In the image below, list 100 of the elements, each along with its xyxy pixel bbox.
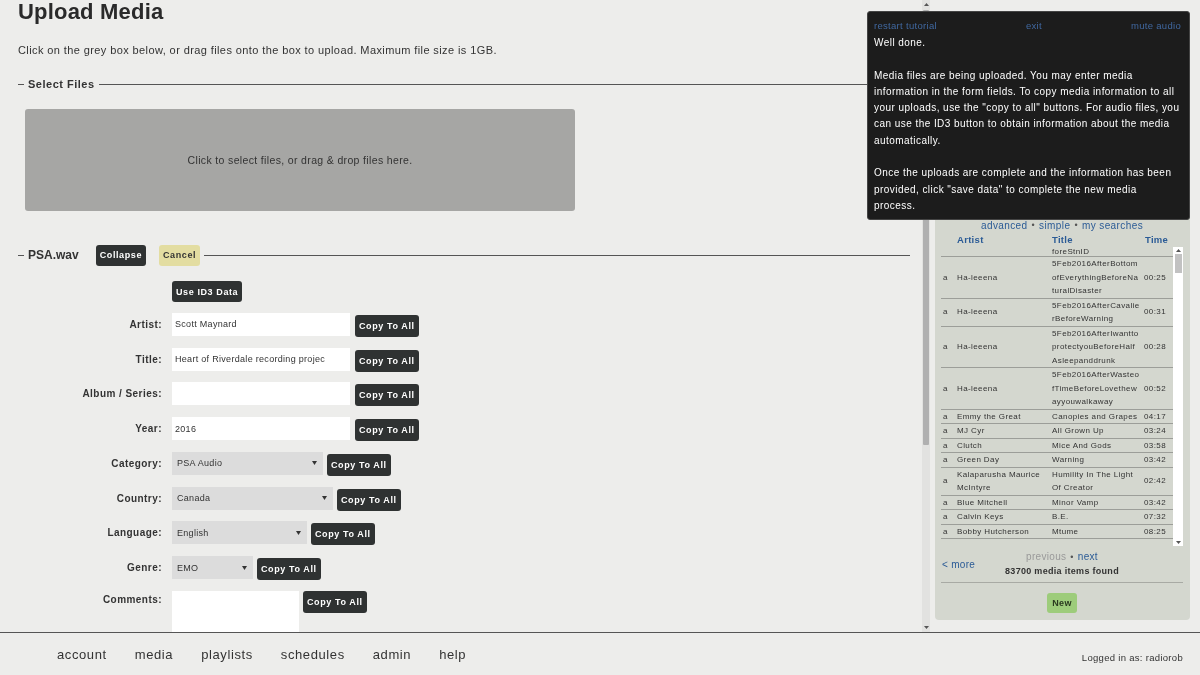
- nav-link[interactable]: admin: [372, 646, 412, 662]
- bullet-separator: •: [1074, 220, 1078, 231]
- time-cell-text: 02:42: [1143, 475, 1168, 488]
- time-cell-text: 03:24: [1143, 425, 1168, 437]
- tutorial-text: Once the uploads are complete and the information has been provided, click "save data" to complete the new media process.: [874, 166, 1173, 213]
- instructions-text: Click on the grey box below, or drag files onto the box to upload. Maximum file size is 1GB.: [18, 43, 497, 57]
- caret-icon: [242, 565, 247, 570]
- copy-to-all-button[interactable]: Copy To All: [311, 523, 375, 546]
- type-cell-text: a: [942, 271, 949, 284]
- copy-to-all-button[interactable]: Copy To All: [355, 314, 419, 337]
- title-cell-text: B.E.: [1051, 511, 1070, 523]
- artist-cell-text: MJ Cyr: [956, 425, 986, 437]
- field-label: Category:: [110, 456, 162, 471]
- pager-link[interactable]: next: [1077, 551, 1098, 563]
- type-cell-text: a: [942, 382, 949, 395]
- time-cell-text: 04:17: [1143, 410, 1168, 423]
- type-cell-text: a: [942, 425, 949, 437]
- type-cell-text: a: [942, 454, 949, 466]
- time-cell-text: 00:25: [1143, 271, 1168, 284]
- more-link[interactable]: < more: [941, 558, 976, 570]
- nav-link[interactable]: media: [134, 646, 174, 662]
- file-name: PSA.wav: [28, 248, 79, 262]
- text-field[interactable]: Scott Maynard: [172, 312, 350, 336]
- time-cell-text: 08:25: [1143, 525, 1168, 538]
- caret-icon: [312, 461, 317, 466]
- copy-to-all-button[interactable]: Copy To All: [327, 453, 391, 476]
- copy-to-all-button[interactable]: Copy To All: [337, 488, 401, 511]
- scroll-up-arrow-icon[interactable]: [923, 3, 929, 6]
- scroll-up-arrow-icon[interactable]: [1175, 249, 1181, 252]
- copy-to-all-button[interactable]: Copy To All: [355, 419, 419, 441]
- dropdown-field[interactable]: EMO: [172, 556, 253, 579]
- time-cell-text: 03:42: [1143, 454, 1168, 466]
- time-cell-text: 03:42: [1143, 496, 1168, 509]
- column-header[interactable]: Title: [1050, 234, 1140, 246]
- caret-icon: [322, 496, 327, 500]
- scrollbar-thumb[interactable]: [1174, 254, 1182, 273]
- column-header[interactable]: Artist: [955, 234, 1050, 246]
- search-mode-link[interactable]: my searches: [1081, 220, 1144, 231]
- copy-to-all-button[interactable]: Copy To All: [257, 558, 321, 580]
- title-cell-text: All Grown Up: [1051, 425, 1105, 437]
- nav-link[interactable]: account: [57, 646, 107, 662]
- field-label: Year:: [134, 422, 162, 436]
- tutorial-text: Well done.: [874, 36, 927, 50]
- artist-cell-text: Ha-leeena: [956, 271, 999, 284]
- field-label: Language:: [106, 526, 162, 541]
- tutorial-text: Media files are being uploaded. You may enter media information in the form fields. To copy media information to all your uploads, use the "copy to all" buttons. For audio files, you can use the ID3 button to obtain information about the media automatically.: [874, 68, 1181, 148]
- copy-to-all-button[interactable]: Copy To All: [355, 349, 419, 372]
- column-header[interactable]: Time: [1140, 234, 1183, 246]
- page-title: Upload Media: [18, 0, 164, 24]
- dropdown-field[interactable]: Canada: [172, 486, 333, 510]
- type-cell-text: a: [942, 306, 949, 319]
- text-field[interactable]: 2016: [172, 417, 350, 440]
- comments-field[interactable]: [172, 590, 299, 632]
- logged-in-text: Logged in as: radiorob: [1081, 650, 1183, 663]
- field-label: Comments:: [101, 592, 162, 607]
- file-action-button[interactable]: Cancel: [159, 244, 201, 266]
- time-cell-text: 07:32: [1143, 511, 1168, 523]
- search-mode-link[interactable]: simple: [1039, 220, 1071, 231]
- result-count-text: 83700 media items found: [1005, 565, 1119, 577]
- copy-to-all-button[interactable]: Copy To All: [355, 384, 419, 407]
- file-action-button[interactable]: Collapse: [95, 244, 146, 266]
- scroll-down-arrow-icon[interactable]: [1175, 541, 1181, 544]
- time-cell-text: 00:28: [1143, 341, 1168, 353]
- copy-to-all-button[interactable]: Copy To All: [303, 590, 367, 613]
- type-cell-text: a: [942, 496, 949, 509]
- field-label: Genre:: [126, 561, 162, 575]
- artist-cell-text: Green Day: [956, 454, 1001, 466]
- title-cell-text: 5Feb2016AfterIwanttoprotectyouBeforeHalfAsleepanddrunk: [1051, 327, 1140, 367]
- type-cell-text: a: [942, 439, 949, 452]
- artist-cell-text: Kalaparusha Maurice McIntyre: [956, 468, 1042, 494]
- scroll-down-arrow-icon[interactable]: [923, 626, 929, 629]
- time-cell-text: 00:31: [1143, 306, 1168, 319]
- title-cell-text: Mtume: [1051, 525, 1080, 538]
- artist-cell-text: Emmy the Great: [956, 410, 1022, 423]
- text-field[interactable]: Heart of Riverdale recording projec: [172, 347, 350, 371]
- title-cell-text: Minor Vamp: [1051, 496, 1100, 509]
- field-label: Album / Series:: [81, 387, 162, 402]
- caret-icon: [296, 530, 301, 535]
- nav-link[interactable]: schedules: [280, 646, 345, 662]
- artist-cell-text: Ha-leeena: [956, 306, 999, 319]
- artist-cell-text: Bobby Hutcherson: [956, 525, 1031, 538]
- title-cell-text: 5Feb2016AfterBottomofEverythingBeforeNaturalDisaster: [1051, 258, 1140, 297]
- section-legend: Select Files: [24, 77, 99, 91]
- time-cell-text: 03:58: [1143, 439, 1168, 452]
- dropdown-field[interactable]: English: [172, 521, 307, 545]
- title-cell-text: Warning: [1051, 454, 1086, 466]
- use-id3-button[interactable]: Use ID3 Data: [172, 281, 243, 302]
- type-cell-text: a: [942, 341, 949, 353]
- search-mode-link[interactable]: advanced: [980, 220, 1028, 231]
- artist-cell-text: Calvin Keys: [956, 511, 1005, 523]
- dropdown-field[interactable]: PSA Audio: [172, 451, 323, 475]
- new-button[interactable]: New: [1047, 593, 1077, 613]
- file-drop-zone[interactable]: Click to select files, or drag & drop files here.: [25, 109, 575, 211]
- artist-cell-text: Ha-leeena: [956, 382, 999, 395]
- bullet-separator: •: [1031, 220, 1036, 231]
- artist-cell-text: Blue Mitchell: [956, 496, 1009, 509]
- nav-link[interactable]: help: [439, 646, 467, 662]
- title-cell-text: Mice And Gods: [1051, 439, 1113, 452]
- title-cell-text: Canopies and Grapes: [1051, 410, 1139, 423]
- nav-link[interactable]: playlists: [201, 646, 253, 662]
